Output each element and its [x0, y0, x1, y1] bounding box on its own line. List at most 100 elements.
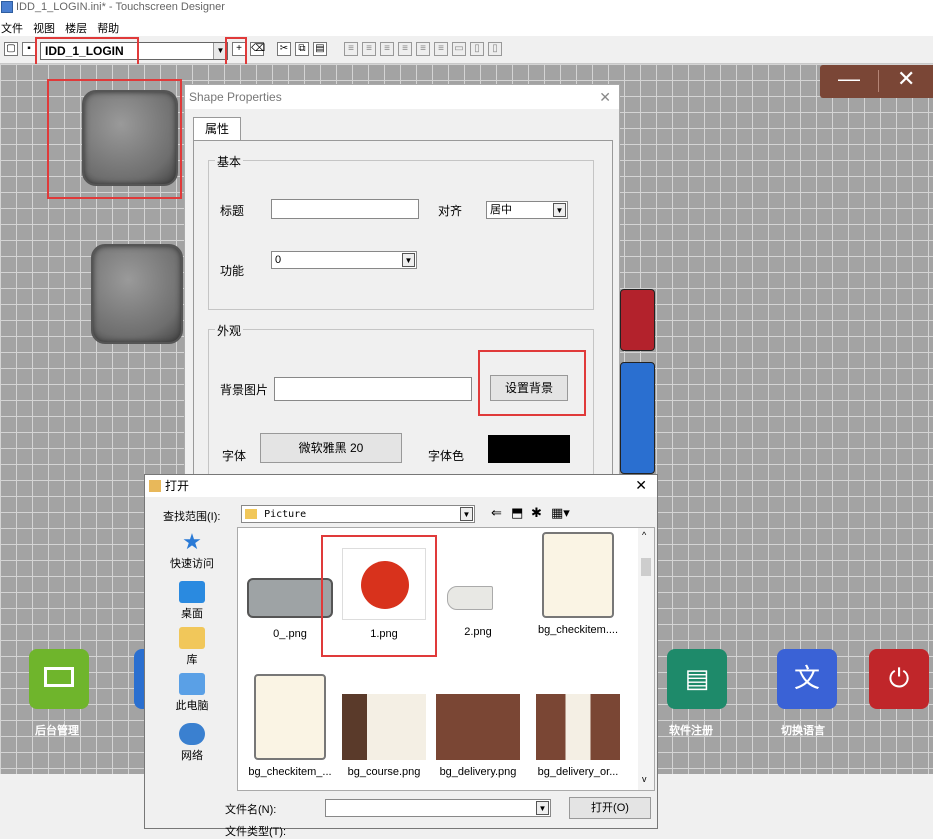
new-file-icon[interactable]: ▢	[4, 42, 18, 56]
filetype-label: 文件类型(T):	[225, 826, 287, 838]
divider	[878, 70, 879, 92]
font-button[interactable]: 微软雅黑 20	[260, 433, 402, 463]
menu-help[interactable]: 帮助	[96, 18, 125, 36]
file-item[interactable]: bg_delivery.png	[430, 694, 526, 778]
font-color-swatch[interactable]	[488, 435, 570, 463]
save-icon[interactable]: ▪	[22, 42, 36, 56]
close-icon[interactable]: ✕	[635, 477, 647, 494]
menu-bar: 文件 视图 楼层 帮助	[0, 18, 933, 36]
canvas-shape-button[interactable]	[91, 244, 183, 344]
place-library[interactable]: 库	[151, 627, 233, 667]
place-this-pc[interactable]: 此电脑	[151, 673, 233, 713]
place-quick-access[interactable]: ★ 快速访问	[151, 531, 233, 571]
cut-icon[interactable]: ✂	[277, 42, 291, 56]
open-button[interactable]: 打开(O)	[569, 797, 651, 819]
close-icon[interactable]: ✕	[599, 89, 611, 106]
window-title-bar: IDD_1_LOGIN.ini* - Touchscreen Designer	[0, 0, 933, 18]
copy-icon[interactable]: ⧉	[295, 42, 309, 56]
bg-image-label: 背景图片	[220, 383, 269, 397]
file-item[interactable]: bg_delivery_or...	[530, 694, 626, 778]
font-color-label: 字体色	[428, 449, 465, 463]
look-in-select[interactable]: Picture ▼	[241, 505, 475, 523]
function-select[interactable]: 0 ▼	[271, 251, 417, 269]
place-network[interactable]: 网络	[151, 723, 233, 763]
library-icon	[179, 627, 205, 649]
group-title: 基本	[215, 153, 244, 170]
same-size-icon[interactable]: ▯	[488, 42, 502, 56]
file-thumbnail	[342, 694, 426, 760]
group-title: 外观	[215, 322, 244, 339]
scroll-thumb[interactable]	[641, 558, 651, 576]
new-folder-icon[interactable]: ✱	[531, 505, 542, 521]
same-height-icon[interactable]: ▯	[470, 42, 484, 56]
file-list[interactable]: 0_.png 1.png 2.png bg_checkitem.... bg_c…	[237, 527, 655, 791]
app-icon	[1, 1, 13, 13]
chevron-down-icon[interactable]: ▼	[402, 253, 415, 267]
menu-floor[interactable]: 楼层	[64, 18, 93, 36]
align-select[interactable]: 居中 ▼	[486, 201, 568, 219]
places-bar: ★ 快速访问 桌面 库 此电脑 网络	[151, 527, 233, 827]
translate-icon[interactable]: 文	[777, 649, 837, 709]
paste-icon[interactable]: ▤	[313, 42, 327, 56]
chevron-down-icon[interactable]: ▼	[553, 203, 566, 217]
file-item[interactable]: bg_checkitem....	[530, 532, 626, 636]
chevron-down-icon[interactable]: ▼	[460, 507, 473, 521]
highlight-box	[47, 79, 182, 199]
file-item[interactable]: bg_checkitem_...	[242, 674, 338, 778]
desktop-icon	[179, 581, 205, 603]
highlight-box	[321, 535, 437, 657]
align-left-icon[interactable]: ≡	[344, 42, 358, 56]
id-card-icon[interactable]: ▤	[667, 649, 727, 709]
window-title: IDD_1_LOGIN.ini* - Touchscreen Designer	[16, 1, 225, 13]
scroll-up-icon[interactable]: ^	[642, 530, 646, 540]
file-item[interactable]: 2.png	[430, 580, 526, 638]
align-top-icon[interactable]: ≡	[380, 42, 394, 56]
minimize-icon[interactable]: —	[838, 66, 860, 92]
bg-image-input[interactable]	[274, 377, 472, 401]
file-thumbnail	[254, 674, 326, 760]
chevron-down-icon[interactable]: ▼	[536, 801, 549, 815]
menu-file[interactable]: 文件	[0, 18, 29, 36]
star-icon: ★	[182, 529, 202, 554]
font-label: 字体	[222, 449, 247, 463]
power-icon[interactable]: ⏻	[869, 649, 929, 709]
menu-view[interactable]: 视图	[32, 18, 61, 36]
canvas-red-shape[interactable]	[620, 289, 655, 351]
tab-properties[interactable]: 属性	[193, 117, 241, 141]
place-desktop[interactable]: 桌面	[151, 581, 233, 621]
align-middle-icon[interactable]: ≡	[434, 42, 448, 56]
file-thumbnail	[542, 532, 614, 618]
file-thumbnail	[436, 694, 520, 760]
align-bottom-icon[interactable]: ≡	[398, 42, 412, 56]
partial-tile	[134, 649, 144, 709]
canvas-blue-shape[interactable]	[620, 362, 655, 474]
function-label: 功能	[220, 264, 245, 278]
tile-label: 软件注册	[669, 725, 713, 737]
file-item[interactable]: bg_course.png	[336, 694, 432, 778]
back-icon[interactable]: ⇐	[491, 505, 502, 521]
tile-label: 切换语言	[781, 725, 825, 737]
up-folder-icon[interactable]: ⬒	[511, 505, 523, 521]
file-thumbnail	[536, 694, 620, 760]
folder-icon	[149, 480, 161, 492]
tile-label: 后台管理	[35, 725, 79, 737]
scroll-down-icon[interactable]: v	[642, 774, 647, 784]
window-controls: — ✕	[820, 65, 933, 98]
filename-input[interactable]: ▼	[325, 799, 551, 817]
vertical-scrollbar[interactable]: ^ v	[638, 528, 654, 790]
properties-pane: 基本 标题 对齐 居中 ▼ 功能 0 ▼ 外观 背景图片 设置背景 字体 微软雅…	[193, 140, 613, 479]
filename-label: 文件名(N):	[225, 804, 277, 816]
align-center-icon[interactable]: ≡	[416, 42, 430, 56]
view-menu-icon[interactable]: ▦▾	[551, 505, 570, 521]
computer-icon	[179, 673, 205, 695]
align-right-icon[interactable]: ≡	[362, 42, 376, 56]
file-thumbnail	[437, 580, 519, 616]
look-in-label: 查找范围(I):	[163, 511, 221, 523]
monitor-icon[interactable]	[29, 649, 89, 709]
close-icon[interactable]: ✕	[897, 66, 915, 92]
same-width-icon[interactable]: ▭	[452, 42, 466, 56]
delete-page-icon[interactable]: ⌫	[250, 42, 265, 56]
highlight-box	[225, 37, 247, 67]
network-icon	[179, 723, 205, 745]
title-input[interactable]	[271, 199, 419, 219]
